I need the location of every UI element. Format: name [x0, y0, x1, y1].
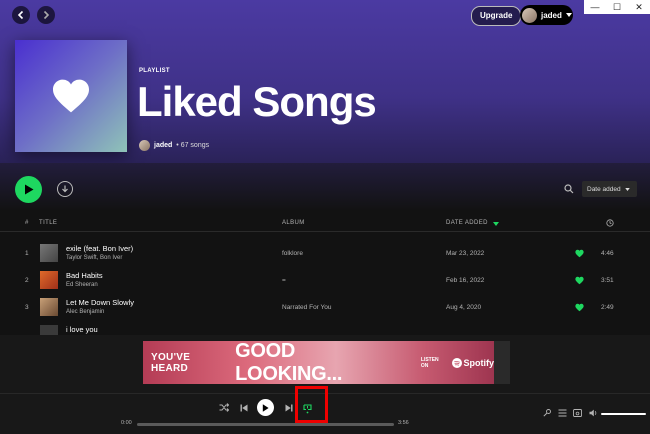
user-name: jaded — [541, 10, 562, 20]
song-count: • 67 songs — [176, 142, 210, 149]
microphone-icon — [543, 409, 551, 417]
track-artist[interactable]: Taylor Swift, Bon Iver — [66, 255, 122, 261]
minimize-button[interactable]: — — [584, 0, 606, 14]
window-controls: — ☐ ✕ — [584, 0, 650, 14]
user-menu-button[interactable]: jaded — [520, 5, 573, 25]
previous-button[interactable] — [238, 402, 249, 413]
ad-line2: GOOD LOOKING... — [235, 339, 343, 385]
caret-down-icon — [624, 187, 630, 191]
chevron-right-icon — [43, 10, 50, 20]
highlight-box — [295, 386, 328, 423]
queue-button[interactable] — [557, 408, 567, 418]
play-icon — [24, 184, 33, 195]
track-artist[interactable]: Ed Sheeran — [66, 282, 98, 288]
track-date-added: Aug 4, 2020 — [446, 304, 482, 311]
playlist-type-label: PLAYLIST — [139, 68, 170, 74]
ad-side-panel — [494, 341, 510, 384]
progress-bar[interactable] — [137, 423, 394, 426]
back-button[interactable] — [12, 6, 30, 24]
track-duration: 2:49 — [601, 304, 614, 311]
sort-label: Date added — [587, 185, 621, 193]
owner-name[interactable]: jaded — [154, 142, 172, 149]
col-album[interactable]: ALBUM — [282, 220, 305, 226]
next-button[interactable] — [283, 402, 294, 413]
playlist-meta: jaded • 67 songs — [139, 140, 209, 151]
table-row[interactable]: 2 Bad Habits Ed Sheeran = Feb 16, 2022 3… — [0, 268, 650, 294]
queue-icon — [558, 409, 566, 417]
liked-heart-icon[interactable] — [575, 276, 584, 285]
track-date-added: Mar 23, 2022 — [446, 250, 485, 257]
ad-brand-text: Spotify — [463, 357, 495, 368]
track-number: 2 — [25, 277, 29, 284]
connect-device-button[interactable] — [572, 408, 582, 418]
volume-slider[interactable] — [601, 413, 646, 415]
track-number: 3 — [25, 304, 29, 311]
upgrade-button[interactable]: Upgrade — [471, 6, 522, 26]
track-title[interactable]: exile (feat. Bon Iver) — [66, 244, 133, 253]
total-time: 3:56 — [398, 420, 409, 426]
album-art — [40, 325, 58, 335]
album-art — [40, 244, 58, 262]
download-button[interactable] — [57, 181, 73, 197]
maximize-button[interactable]: ☐ — [606, 0, 628, 14]
devices-icon — [572, 409, 582, 417]
track-date-added: Feb 16, 2022 — [446, 277, 485, 284]
top-bar: Upgrade jaded — ☐ ✕ — [0, 0, 650, 30]
caret-down-icon — [565, 13, 572, 17]
table-header: # TITLE ALBUM DATE ADDED — [0, 217, 650, 232]
skip-back-icon — [240, 404, 247, 411]
heart-icon — [53, 79, 89, 113]
col-date-added[interactable]: DATE ADDED — [446, 220, 488, 226]
track-duration: 4:46 — [601, 250, 614, 257]
play-pause-button[interactable] — [257, 399, 274, 416]
track-number: 1 — [25, 250, 29, 257]
download-icon — [62, 185, 68, 193]
liked-heart-icon[interactable] — [575, 303, 584, 312]
playlist-cover — [15, 40, 127, 152]
track-title[interactable]: Bad Habits — [66, 271, 103, 280]
table-row[interactable]: 3 Let Me Down Slowly Alec Benjamin Narra… — [0, 295, 650, 321]
lyrics-button[interactable] — [542, 408, 552, 418]
play-playlist-button[interactable] — [15, 176, 42, 203]
owner-avatar — [139, 140, 150, 151]
table-row[interactable]: 1 exile (feat. Bon Iver) Taylor Swift, B… — [0, 241, 650, 267]
track-duration: 3:51 — [601, 277, 614, 284]
sort-caret-icon — [493, 222, 499, 226]
chevron-left-icon — [17, 10, 24, 20]
track-artist[interactable]: Alec Benjamin — [66, 309, 104, 315]
track-album[interactable]: Narrated For You — [282, 304, 332, 311]
search-icon[interactable] — [564, 184, 574, 194]
ad-line3: LISTEN ON — [420, 356, 439, 369]
close-window-button[interactable]: ✕ — [628, 0, 650, 14]
ad-line1: YOU'VE HEARD — [151, 351, 191, 374]
skip-forward-icon — [285, 404, 292, 411]
track-title[interactable]: Let Me Down Slowly — [66, 298, 134, 307]
volume-icon — [589, 409, 596, 417]
action-bar — [0, 163, 650, 211]
album-art — [40, 271, 58, 289]
liked-heart-icon[interactable] — [575, 249, 584, 258]
spotify-logo-icon — [451, 357, 462, 368]
ad-banner[interactable]: YOU'VE HEARD GOOD LOOKING... LISTEN ON S… — [143, 339, 495, 385]
shuffle-icon — [219, 403, 229, 412]
avatar — [522, 7, 537, 23]
page-title: Liked Songs — [137, 78, 377, 125]
ad-brand: Spotify — [451, 357, 495, 368]
table-row[interactable]: i love you — [0, 322, 650, 335]
elapsed-time: 0:00 — [121, 420, 132, 426]
forward-button[interactable] — [37, 6, 55, 24]
mute-button[interactable] — [588, 408, 598, 418]
sort-dropdown[interactable]: Date added — [582, 181, 637, 197]
track-album[interactable]: = — [282, 277, 286, 284]
play-icon — [262, 403, 269, 412]
col-index: # — [25, 220, 29, 226]
track-album[interactable]: folklore — [282, 250, 303, 257]
col-title[interactable]: TITLE — [39, 220, 57, 226]
shuffle-button[interactable] — [218, 402, 229, 413]
clock-icon — [606, 219, 614, 227]
track-title[interactable]: i love you — [66, 325, 98, 334]
album-art — [40, 298, 58, 316]
